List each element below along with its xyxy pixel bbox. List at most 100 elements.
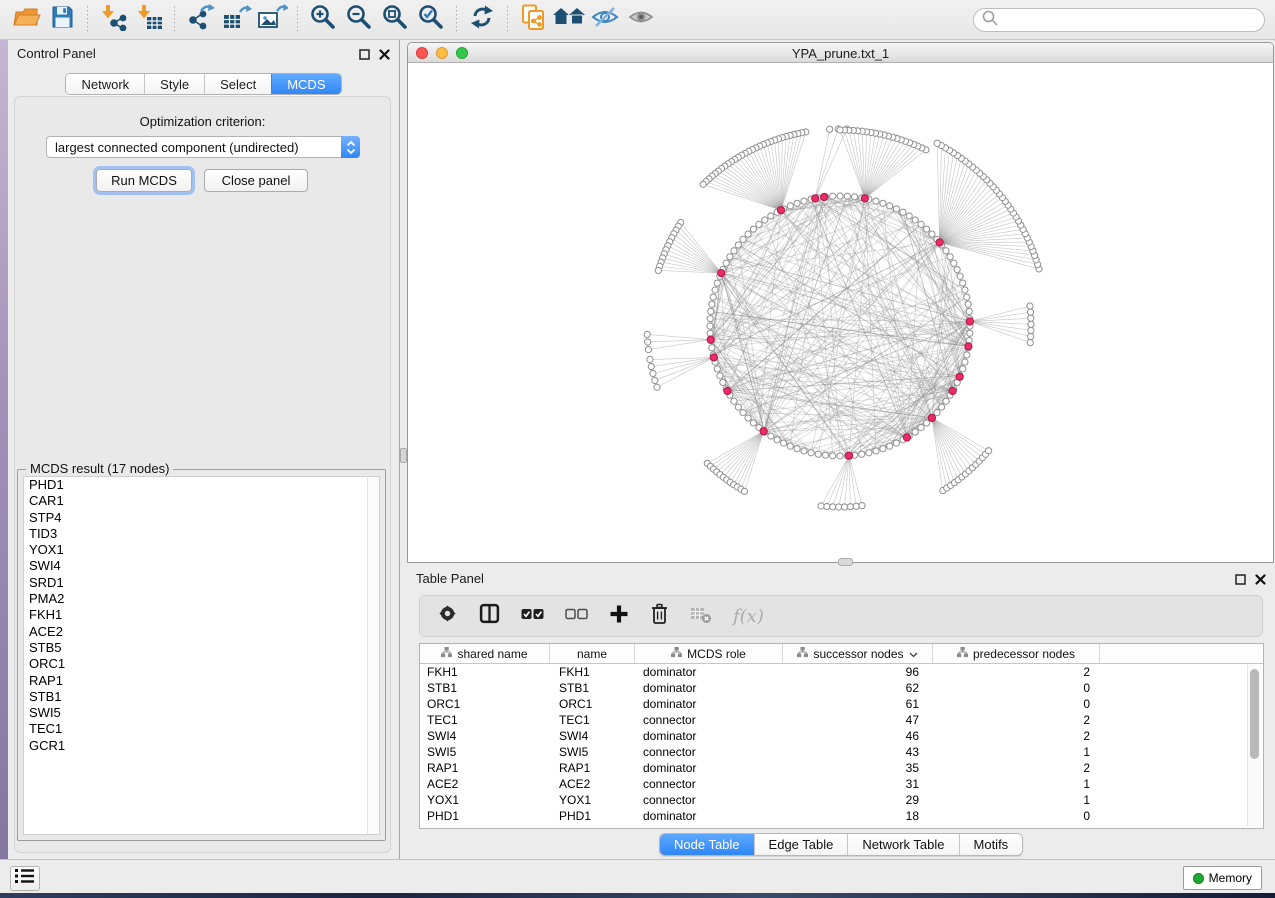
table-cell[interactable]: 35 xyxy=(783,761,933,775)
table-cell[interactable]: 1 xyxy=(933,745,1100,759)
table-cell[interactable]: 46 xyxy=(783,729,933,743)
add-column-button[interactable] xyxy=(609,604,629,629)
run-mcds-button[interactable]: Run MCDS xyxy=(96,169,192,192)
table-scrollbar[interactable] xyxy=(1247,665,1261,826)
first-neighbors-button[interactable] xyxy=(551,3,587,37)
table-cell[interactable]: 2 xyxy=(933,665,1100,679)
table-row[interactable]: SWI4SWI4dominator462 xyxy=(420,728,1263,744)
mcds-node-item[interactable]: SWI5 xyxy=(24,705,379,721)
table-cell[interactable]: SWI4 xyxy=(420,729,550,743)
table-cell[interactable]: connector xyxy=(635,777,783,791)
column-header-successor-nodes[interactable]: successor nodes xyxy=(783,644,933,663)
tab-style[interactable]: Style xyxy=(144,74,204,94)
table-row[interactable]: ORC1ORC1dominator610 xyxy=(420,696,1263,712)
network-search[interactable] xyxy=(973,8,1265,32)
zoom-fit-button[interactable] xyxy=(377,3,413,37)
close-panel-button[interactable]: Close panel xyxy=(204,169,308,192)
table-cell[interactable]: 47 xyxy=(783,713,933,727)
table-cell[interactable]: FKH1 xyxy=(550,665,635,679)
column-header-name[interactable]: name xyxy=(550,644,635,663)
deselect-all-checkboxes-button[interactable] xyxy=(565,607,588,626)
table-cell[interactable]: dominator xyxy=(635,697,783,711)
table-cell[interactable]: dominator xyxy=(635,761,783,775)
table-cell[interactable]: SWI5 xyxy=(550,745,635,759)
table-cell[interactable]: 62 xyxy=(783,681,933,695)
table-cell[interactable]: YOX1 xyxy=(550,793,635,807)
table-cell[interactable]: 61 xyxy=(783,697,933,711)
table-cell[interactable]: ACE2 xyxy=(420,777,550,791)
column-header-MCDS-role[interactable]: MCDS role xyxy=(635,644,783,663)
table-cell[interactable]: ACE2 xyxy=(550,777,635,791)
table-row[interactable]: TEC1TEC1connector472 xyxy=(420,712,1263,728)
table-cell[interactable]: YOX1 xyxy=(420,793,550,807)
tab-edge-table[interactable]: Edge Table xyxy=(754,834,848,855)
mcds-node-item[interactable]: STB1 xyxy=(24,689,379,705)
tab-node-table[interactable]: Node Table xyxy=(660,834,754,855)
table-cell[interactable]: 43 xyxy=(783,745,933,759)
float-panel-icon[interactable] xyxy=(1235,572,1246,590)
mcds-node-item[interactable]: GCR1 xyxy=(24,738,379,754)
table-scrollbar-thumb[interactable] xyxy=(1250,669,1259,759)
table-cell[interactable]: 1 xyxy=(933,777,1100,791)
select-all-checkboxes-button[interactable] xyxy=(521,607,544,626)
table-cell[interactable]: ORC1 xyxy=(550,697,635,711)
open-file-button[interactable] xyxy=(8,3,44,37)
export-image-button[interactable] xyxy=(254,3,290,37)
table-cell[interactable]: 1 xyxy=(933,793,1100,807)
search-input[interactable] xyxy=(1003,13,1264,28)
table-cell[interactable]: RAP1 xyxy=(550,761,635,775)
table-cell[interactable]: RAP1 xyxy=(420,761,550,775)
zoom-out-button[interactable] xyxy=(341,3,377,37)
table-cell[interactable]: SWI4 xyxy=(550,729,635,743)
table-cell[interactable]: PHD1 xyxy=(420,809,550,823)
show-columns-button[interactable] xyxy=(479,603,500,629)
refresh-view-button[interactable] xyxy=(464,3,500,37)
table-cell[interactable]: TEC1 xyxy=(550,713,635,727)
clone-network-button[interactable] xyxy=(515,3,551,37)
vertical-splitter[interactable] xyxy=(400,40,407,859)
mcds-node-item[interactable]: TID3 xyxy=(24,526,379,542)
table-cell[interactable]: STB1 xyxy=(420,681,550,695)
table-cell[interactable]: FKH1 xyxy=(420,665,550,679)
hide-selected-button[interactable] xyxy=(587,3,623,37)
table-cell[interactable]: dominator xyxy=(635,681,783,695)
mcds-node-item[interactable]: SRD1 xyxy=(24,575,379,591)
table-cell[interactable]: 29 xyxy=(783,793,933,807)
table-row[interactable]: FKH1FKH1dominator962 xyxy=(420,664,1263,680)
table-cell[interactable]: dominator xyxy=(635,809,783,823)
mcds-node-item[interactable]: FKH1 xyxy=(24,607,379,623)
table-cell[interactable]: TEC1 xyxy=(420,713,550,727)
mcds-node-item[interactable]: PHD1 xyxy=(24,477,379,493)
mcds-node-item[interactable]: YOX1 xyxy=(24,542,379,558)
table-cell[interactable]: 2 xyxy=(933,761,1100,775)
table-cell[interactable]: connector xyxy=(635,793,783,807)
table-row[interactable]: PHD1PHD1dominator180 xyxy=(420,808,1263,824)
table-cell[interactable]: connector xyxy=(635,713,783,727)
horizontal-splitter-handle[interactable] xyxy=(838,558,853,566)
criterion-dropdown[interactable]: largest connected component (undirected) xyxy=(46,136,360,158)
column-header-predecessor-nodes[interactable]: predecessor nodes xyxy=(933,644,1100,663)
zoom-in-button[interactable] xyxy=(305,3,341,37)
column-header-shared-name[interactable]: shared name xyxy=(420,644,550,663)
import-network-button[interactable] xyxy=(95,3,131,37)
network-canvas[interactable] xyxy=(408,63,1273,562)
table-cell[interactable]: 2 xyxy=(933,729,1100,743)
table-row[interactable]: SWI5SWI5connector431 xyxy=(420,744,1263,760)
mcds-list-scrollbar[interactable] xyxy=(367,476,380,835)
mcds-node-item[interactable]: ACE2 xyxy=(24,624,379,640)
export-network-button[interactable] xyxy=(182,3,218,37)
zoom-selected-button[interactable] xyxy=(413,3,449,37)
table-row[interactable]: STB1STB1dominator620 xyxy=(420,680,1263,696)
vertical-splitter-handle[interactable] xyxy=(400,448,407,463)
mcds-node-item[interactable]: STB5 xyxy=(24,640,379,656)
mcds-node-item[interactable]: RAP1 xyxy=(24,673,379,689)
export-table-button[interactable] xyxy=(218,3,254,37)
task-history-button[interactable] xyxy=(10,866,40,891)
table-cell[interactable]: 2 xyxy=(933,713,1100,727)
table-cell[interactable]: 0 xyxy=(933,809,1100,823)
mcds-node-item[interactable]: STP4 xyxy=(24,510,379,526)
table-cell[interactable]: 0 xyxy=(933,697,1100,711)
close-panel-icon[interactable] xyxy=(379,47,390,65)
tab-select[interactable]: Select xyxy=(204,74,271,94)
mcds-node-item[interactable]: ORC1 xyxy=(24,656,379,672)
